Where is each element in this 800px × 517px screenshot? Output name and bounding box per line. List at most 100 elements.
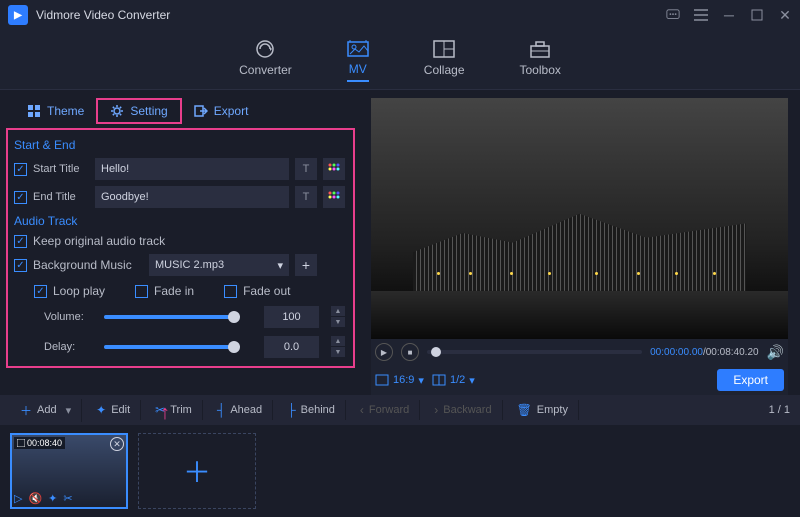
delay-value[interactable]: 0.0	[264, 336, 319, 358]
nav-toolbox-label: Toolbox	[520, 63, 561, 77]
delay-slider[interactable]	[104, 345, 234, 349]
titlebar-right: ─ ✕	[666, 8, 792, 22]
end-title-label: End Title	[33, 191, 89, 203]
add-button[interactable]: ＋Add▾	[10, 399, 82, 422]
app-title: Vidmore Video Converter	[36, 8, 170, 22]
loop-checkbox[interactable]	[34, 285, 47, 298]
forward-icon: ‹	[360, 403, 364, 417]
nav-collage[interactable]: Collage	[424, 39, 465, 81]
tab-setting-label: Setting	[130, 104, 167, 118]
page-button[interactable]: 1/2 ▾	[432, 374, 475, 387]
nav-toolbox[interactable]: Toolbox	[520, 39, 561, 81]
end-title-color-button[interactable]	[323, 186, 345, 208]
bottom-toolbar: ＋Add▾ ✦Edit ✂Trim ┤Ahead ├Behind ‹Forwar…	[0, 395, 800, 425]
clip-thumbnail[interactable]: 00:08:40 ✕ ▷ 🔇 ✦ ✂	[10, 433, 128, 509]
end-title-input[interactable]	[95, 186, 289, 208]
clip-actions: ▷ 🔇 ✦ ✂	[14, 492, 73, 505]
fadeout-checkbox[interactable]	[224, 285, 237, 298]
nav-converter-label: Converter	[239, 63, 292, 77]
export-button[interactable]: Export	[717, 369, 784, 391]
start-title-input[interactable]	[95, 158, 289, 180]
empty-button[interactable]: 🗑Empty	[507, 400, 579, 420]
ratio-icon	[375, 374, 389, 386]
stop-button[interactable]: ■	[401, 343, 419, 361]
volume-value[interactable]: 100	[264, 306, 319, 328]
bg-music-row: Background Music MUSIC 2.mp3 ▾ +	[14, 254, 345, 276]
ahead-button[interactable]: ┤Ahead	[207, 400, 273, 420]
clip-effects-icon[interactable]: ✦	[48, 492, 57, 505]
backward-icon: ›	[434, 403, 438, 417]
move-right-icon: ├	[287, 403, 296, 417]
close-icon[interactable]: ✕	[778, 8, 792, 22]
start-title-checkbox[interactable]	[14, 163, 27, 176]
theme-icon	[27, 104, 41, 118]
start-title-row: Start Title T	[14, 158, 345, 180]
audio-heading: Audio Track	[14, 214, 345, 228]
playback-options-row: Loop play Fade in Fade out	[34, 284, 345, 298]
toolbox-icon	[529, 39, 551, 59]
seek-bar[interactable]	[427, 350, 642, 354]
volume-slider[interactable]	[104, 315, 234, 319]
annotation-arrow-icon: ↑	[160, 402, 170, 425]
volume-spinner[interactable]: ▲▼	[331, 306, 345, 328]
clip-trim-icon[interactable]: ✂	[63, 492, 72, 505]
clip-play-icon[interactable]: ▷	[14, 492, 22, 505]
nav-converter[interactable]: Converter	[239, 39, 292, 81]
panel-tabs: Theme Setting Export	[0, 90, 365, 128]
bg-music-checkbox[interactable]	[14, 259, 27, 272]
clip-mute-icon[interactable]: 🔇	[28, 492, 42, 505]
add-clip-slot[interactable]: ＋	[138, 433, 256, 509]
bg-music-label: Background Music	[33, 258, 143, 272]
edit-button[interactable]: ✦Edit	[86, 400, 141, 420]
loop-label: Loop play	[53, 284, 105, 298]
clip-duration-badge: 00:08:40	[14, 437, 65, 449]
end-title-checkbox[interactable]	[14, 191, 27, 204]
bg-music-dropdown[interactable]: MUSIC 2.mp3 ▾	[149, 254, 289, 276]
trim-button[interactable]: ✂Trim	[145, 400, 203, 420]
app-logo-icon: ▶	[8, 5, 28, 25]
start-end-heading: Start & End	[14, 138, 345, 152]
backward-button[interactable]: ›Backward	[424, 400, 502, 420]
tab-export-label: Export	[214, 104, 249, 118]
video-placeholder	[371, 98, 788, 339]
video-preview[interactable]	[371, 98, 788, 339]
nav-mv[interactable]: MV	[347, 38, 369, 82]
tab-setting[interactable]: Setting	[96, 98, 181, 124]
transport-bar: ▶ ■ 00:00:00.00/00:08:40.20 🔊	[371, 339, 788, 365]
bg-music-value: MUSIC 2.mp3	[155, 259, 224, 271]
page-value: 1/2	[450, 374, 465, 386]
start-title-label: Start Title	[33, 163, 89, 175]
add-music-button[interactable]: +	[295, 254, 317, 276]
tab-theme-label: Theme	[47, 104, 84, 118]
start-title-color-button[interactable]	[323, 158, 345, 180]
time-display: 00:00:00.00/00:08:40.20	[650, 347, 758, 358]
aspect-ratio-button[interactable]: 16:9 ▾	[375, 374, 424, 387]
feedback-icon[interactable]	[666, 8, 680, 22]
main: Theme Setting Export Start & End Start T…	[0, 90, 800, 395]
behind-button[interactable]: ├Behind	[277, 400, 346, 420]
start-title-font-button[interactable]: T	[295, 158, 317, 180]
chevron-down-icon: ▾	[66, 404, 72, 417]
nav-collage-label: Collage	[424, 63, 465, 77]
play-button[interactable]: ▶	[375, 343, 393, 361]
delay-spinner[interactable]: ▲▼	[331, 336, 345, 358]
maximize-icon[interactable]	[750, 8, 764, 22]
fadein-checkbox[interactable]	[135, 285, 148, 298]
fadein-label: Fade in	[154, 284, 194, 298]
page-indicator: 1 / 1	[769, 404, 790, 416]
top-nav: Converter MV Collage Toolbox	[0, 30, 800, 90]
end-title-font-button[interactable]: T	[295, 186, 317, 208]
chevron-down-icon: ▾	[469, 374, 475, 387]
menu-icon[interactable]	[694, 8, 708, 22]
keep-original-checkbox[interactable]	[14, 235, 27, 248]
tab-export[interactable]: Export	[182, 98, 261, 124]
clip-remove-button[interactable]: ✕	[110, 437, 124, 451]
ratio-row: 16:9 ▾ 1/2 ▾ Export	[371, 365, 788, 395]
minimize-icon[interactable]: ─	[722, 8, 736, 22]
filmstrip: 00:08:40 ✕ ▷ 🔇 ✦ ✂ ＋	[0, 425, 800, 517]
page-icon	[432, 374, 446, 386]
ratio-value: 16:9	[393, 374, 414, 386]
volume-icon[interactable]: 🔊	[767, 344, 784, 361]
tab-theme[interactable]: Theme	[15, 98, 96, 124]
forward-button[interactable]: ‹Forward	[350, 400, 420, 420]
